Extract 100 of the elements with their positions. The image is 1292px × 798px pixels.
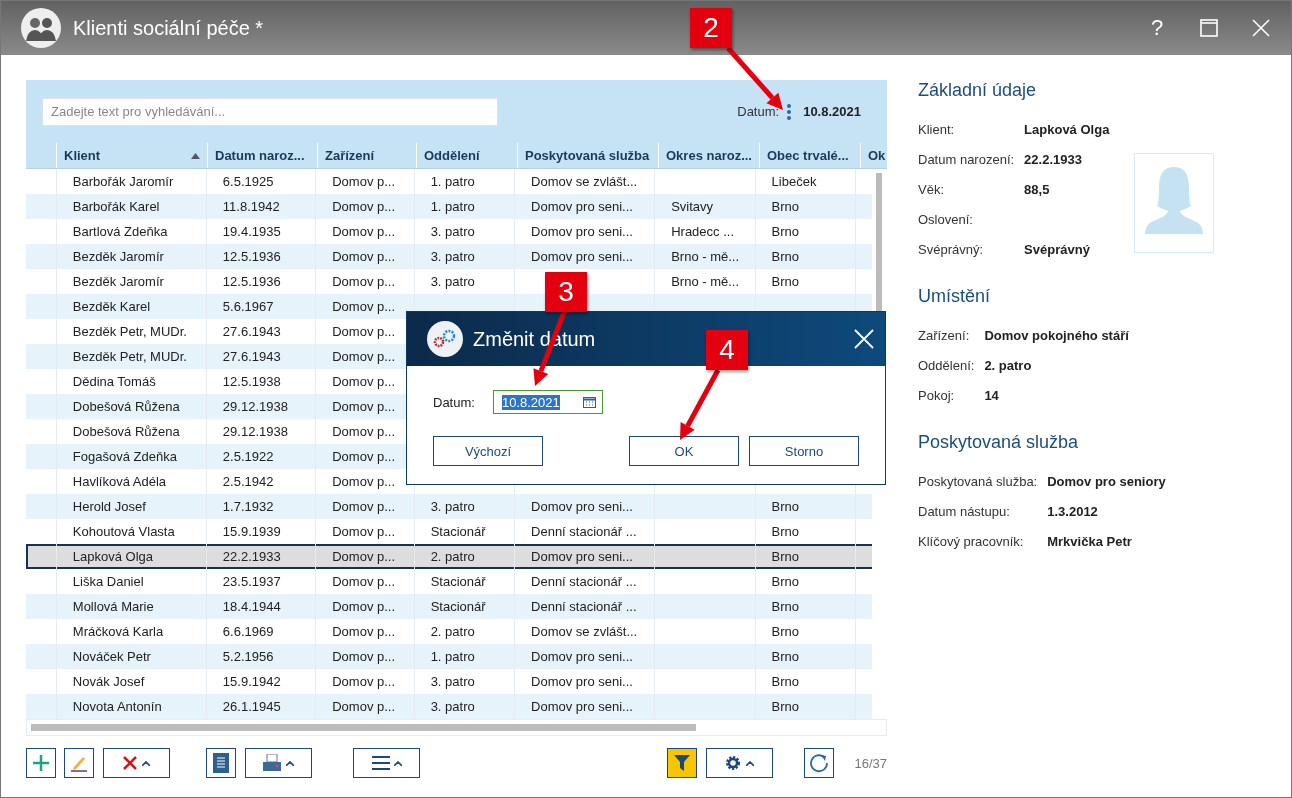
table-cell: Brno bbox=[771, 674, 800, 689]
table-cell: 1. patro bbox=[430, 649, 475, 664]
column-header[interactable]: Klient bbox=[56, 143, 207, 168]
document-button[interactable] bbox=[206, 748, 237, 778]
delete-button[interactable] bbox=[102, 748, 170, 778]
table-row[interactable]: Nováček Petr 5.2.1956 Domov p... 1. patro Domov pro seni... Brno bbox=[26, 644, 872, 669]
column-header[interactable]: Okres naroz... bbox=[658, 143, 759, 168]
table-cell: Herold Josef bbox=[72, 499, 146, 514]
close-icon[interactable] bbox=[1252, 19, 1270, 37]
field-label: Oddělení: bbox=[918, 356, 975, 375]
field-value: Lapková Olga bbox=[1024, 121, 1110, 137]
table-cell: Svitavy bbox=[671, 199, 714, 214]
table-cell: Novák Josef bbox=[72, 674, 145, 689]
table-cell: Brno bbox=[771, 224, 800, 239]
table-row[interactable]: Mollová Marie 18.4.1944 Domov p... Stacionář Denní stacionář ... Brno bbox=[26, 594, 872, 619]
field-value: 22.2.1933 bbox=[1024, 151, 1082, 167]
table-cell: 1.7.1932 bbox=[222, 499, 274, 514]
maximize-icon[interactable] bbox=[1200, 19, 1218, 37]
column-header[interactable]: Ok bbox=[860, 143, 886, 168]
table-cell: Domov p... bbox=[332, 299, 396, 314]
table-cell: Stacionář bbox=[430, 599, 486, 614]
table-cell: Domov p... bbox=[332, 524, 396, 539]
table-cell: Brno bbox=[771, 699, 800, 714]
table-cell: 2.5.1922 bbox=[222, 449, 274, 464]
column-header[interactable]: Poskytovaná služba bbox=[517, 143, 658, 168]
window-title: Klienti sociální péče * bbox=[73, 16, 264, 40]
table-cell: Denní stacionář ... bbox=[531, 599, 637, 614]
filter-button[interactable] bbox=[667, 748, 698, 778]
table-cell: Domov p... bbox=[332, 649, 396, 664]
table-cell: 1. patro bbox=[430, 174, 475, 189]
caret-icon bbox=[393, 760, 402, 766]
table-cell: Hradecc ... bbox=[671, 224, 735, 239]
field-value: Mrkvička Petr bbox=[1047, 533, 1132, 549]
table-cell: 3. patro bbox=[430, 674, 475, 689]
table-cell: Domov p... bbox=[332, 424, 396, 439]
table-cell: 23.5.1937 bbox=[222, 574, 281, 589]
table-cell: Domov p... bbox=[332, 474, 396, 489]
table-cell: Dobešová Růžena bbox=[72, 424, 180, 439]
menu-button[interactable] bbox=[353, 748, 421, 778]
table-cell: Mollová Marie bbox=[72, 599, 154, 614]
table-cell: Domov p... bbox=[332, 599, 396, 614]
column-header[interactable]: Zařízení bbox=[317, 143, 416, 168]
table-cell: 1. patro bbox=[430, 199, 475, 214]
table-cell: 6.6.1969 bbox=[222, 624, 274, 639]
table-cell: Denní stacionář ... bbox=[531, 574, 637, 589]
field-value: Svéprávný bbox=[1024, 241, 1090, 257]
column-header[interactable]: Obec trvalé... bbox=[759, 143, 860, 168]
record-count: 16/37 bbox=[854, 755, 887, 771]
table-cell: Brno bbox=[771, 199, 800, 214]
column-header[interactable]: Datum naroz... bbox=[207, 143, 317, 168]
table-cell: 12.5.1936 bbox=[222, 274, 281, 289]
add-button[interactable] bbox=[26, 748, 56, 778]
more-icon[interactable] bbox=[787, 103, 792, 120]
field-label: Poskytovaná služba: bbox=[918, 472, 1038, 491]
print-button[interactable] bbox=[244, 748, 312, 778]
column-header[interactable]: Oddělení bbox=[416, 143, 517, 168]
table-cell: Domov p... bbox=[332, 274, 396, 289]
plus-icon bbox=[32, 754, 50, 772]
table-cell: Domov p... bbox=[332, 374, 396, 389]
table-cell: Havlíková Adéla bbox=[72, 474, 167, 489]
table-cell: Brno - mě... bbox=[671, 274, 740, 289]
table-cell: Stacionář bbox=[430, 524, 486, 539]
table-cell: Fogašová Zdeňka bbox=[72, 449, 177, 464]
table-cell: Bezděk Jaromír bbox=[72, 249, 164, 264]
date-field[interactable]: 10.8.2021 bbox=[492, 390, 603, 414]
dialog-button[interactable]: OK bbox=[629, 436, 739, 466]
table-cell: 26.1.1945 bbox=[222, 699, 281, 714]
table-cell: Domov se zvlášt... bbox=[531, 624, 638, 639]
field-value: 1.3.2012 bbox=[1047, 503, 1098, 519]
table-cell: Domov p... bbox=[332, 549, 396, 564]
table-cell: Domov pro seni... bbox=[531, 224, 633, 239]
table-row[interactable]: Bezděk Jaromír 12.5.1936 Domov p... 3. patro Domov pro seni... Brno - mě... Brno bbox=[26, 244, 872, 269]
dialog-button[interactable]: Výchozí bbox=[433, 436, 543, 466]
table-cell: Bartlová Zdeňka bbox=[72, 224, 168, 239]
field-value: 88,5 bbox=[1024, 181, 1050, 197]
section-heading: Umístění bbox=[918, 286, 992, 308]
close-icon[interactable] bbox=[853, 328, 875, 350]
calendar-icon[interactable] bbox=[582, 396, 596, 408]
horizontal-scrollbar[interactable] bbox=[26, 719, 887, 736]
dialog-button[interactable]: Storno bbox=[749, 436, 859, 466]
table-cell: 3. patro bbox=[430, 499, 475, 514]
refresh-button[interactable] bbox=[804, 748, 835, 778]
delete-icon bbox=[122, 755, 139, 771]
table-cell: Nováček Petr bbox=[72, 649, 151, 664]
edit-button[interactable] bbox=[64, 748, 95, 778]
table-row[interactable]: Lapková Olga 22.2.1933 Domov p... 2. patro Domov pro seni... Brno bbox=[26, 544, 872, 569]
date-value: 10.8.2021 bbox=[803, 104, 861, 119]
table-cell: 12.5.1936 bbox=[222, 249, 281, 264]
help-button[interactable]: ? bbox=[1137, 15, 1177, 41]
callout-arrow bbox=[680, 368, 721, 440]
field-value: 2. patro bbox=[984, 357, 1032, 373]
table-cell: 3. patro bbox=[430, 274, 475, 289]
table-row[interactable]: Novota Antonín 26.1.1945 Domov p... 3. patro Domov pro seni... Brno bbox=[26, 694, 872, 719]
settings-button[interactable] bbox=[705, 748, 773, 778]
table-cell: Domov p... bbox=[332, 399, 396, 414]
table-cell: Domov p... bbox=[332, 349, 396, 364]
table-row[interactable]: Barbořák Karel 11.8.1942 Domov p... 1. patro Domov pro seni... Svitavy Brno bbox=[26, 194, 872, 219]
table-cell: Domov pro seni... bbox=[531, 199, 633, 214]
search-field[interactable]: Zadejte text pro vyhledávání... bbox=[42, 97, 498, 126]
table-row[interactable]: Herold Josef 1.7.1932 Domov p... 3. patro Domov pro seni... Brno bbox=[26, 494, 872, 519]
